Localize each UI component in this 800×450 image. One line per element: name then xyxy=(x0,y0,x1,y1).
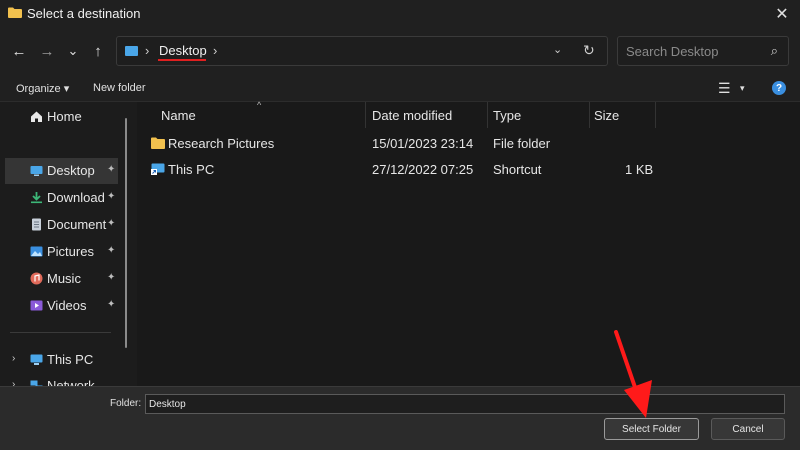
column-header-name[interactable]: Name xyxy=(161,102,196,130)
sort-ascending-icon: ^ xyxy=(257,100,262,110)
address-dropdown-icon[interactable]: ⌄ xyxy=(553,43,562,56)
sidebar-item-label: Desktop xyxy=(47,163,95,178)
annotation-arrow xyxy=(614,330,652,418)
up-button[interactable]: ↑ xyxy=(89,40,107,62)
folder-label: Folder: xyxy=(110,398,142,409)
downloads-icon xyxy=(31,192,42,204)
sidebar-item-label: Network xyxy=(47,378,95,386)
pin-icon: ✦ xyxy=(107,272,116,283)
view-dropdown-icon[interactable]: ▾ xyxy=(740,83,745,94)
column-separator[interactable] xyxy=(589,102,590,128)
title-bar: Select a destination ✕ xyxy=(0,0,800,28)
file-row[interactable]: Research Pictures 15/01/2023 23:14 File … xyxy=(137,132,800,158)
desktop-icon xyxy=(30,166,43,176)
pin-icon: ✦ xyxy=(107,245,116,256)
window-title: Select a destination xyxy=(27,6,141,21)
column-separator[interactable] xyxy=(655,102,656,128)
folder-icon xyxy=(8,7,22,18)
sidebar-divider xyxy=(10,332,111,333)
column-separator[interactable] xyxy=(365,102,366,128)
view-options-icon[interactable]: ☰ xyxy=(718,80,731,97)
forward-button[interactable]: → xyxy=(38,40,56,62)
column-header-type[interactable]: Type xyxy=(493,102,521,130)
documents-icon xyxy=(32,218,41,231)
file-date: 27/12/2022 07:25 xyxy=(372,162,474,177)
sidebar-item-label: This PC xyxy=(47,352,94,367)
sidebar-item-desktop[interactable]: Desktop ✦ xyxy=(5,158,118,184)
organize-menu[interactable]: Organize ▾ xyxy=(16,82,69,95)
pin-icon: ✦ xyxy=(107,299,116,310)
cancel-button[interactable]: Cancel xyxy=(711,418,785,440)
pin-icon: ✦ xyxy=(107,218,116,229)
refresh-icon[interactable]: ↻ xyxy=(583,42,595,59)
sidebar-item-label: Home xyxy=(47,109,82,124)
file-size: 1 KB xyxy=(625,162,654,177)
dialog-footer: Folder: Select Folder Cancel xyxy=(0,386,800,450)
folder-icon xyxy=(151,137,165,149)
sidebar-item-pictures[interactable]: Pictures ✦ xyxy=(0,239,122,265)
sidebar-item-label: Download xyxy=(47,190,105,205)
file-type: File folder xyxy=(493,136,551,151)
search-box[interactable]: ⌕ xyxy=(617,36,789,66)
folder-name-field[interactable] xyxy=(145,394,785,414)
sidebar-item-music[interactable]: Music ✦ xyxy=(0,266,122,292)
breadcrumb-separator[interactable]: › xyxy=(145,43,149,58)
file-name: Research Pictures xyxy=(168,136,275,151)
sidebar-item-videos[interactable]: Videos ✦ xyxy=(0,293,122,319)
sidebar-item-this-pc[interactable]: This PC xyxy=(0,347,122,373)
column-separator[interactable] xyxy=(487,102,488,128)
sidebar-item-documents[interactable]: Document ✦ xyxy=(0,212,122,238)
shortcut-icon xyxy=(151,163,165,175)
breadcrumb-desktop[interactable]: Desktop xyxy=(159,43,207,58)
pin-icon: ✦ xyxy=(107,191,116,202)
file-name: This PC xyxy=(168,162,215,177)
videos-icon xyxy=(30,300,43,311)
navigation-pane: Home Desktop ✦ Download ✦ Document ✦ Pic… xyxy=(0,102,134,386)
breadcrumb-separator-end[interactable]: › xyxy=(213,43,217,58)
sidebar-item-label: Videos xyxy=(47,298,87,313)
search-icon[interactable]: ⌕ xyxy=(771,43,778,59)
this-pc-icon xyxy=(30,354,43,365)
annotation-underline xyxy=(158,59,206,61)
network-icon xyxy=(30,380,43,386)
desktop-location-icon xyxy=(125,46,138,56)
home-icon xyxy=(31,111,42,122)
sidebar-item-label: Document xyxy=(47,217,107,232)
file-date: 15/01/2023 23:14 xyxy=(372,136,474,151)
command-bar: Organize ▾ New folder ☰ ▾ ? xyxy=(0,74,800,102)
sidebar-item-label: Pictures xyxy=(47,244,94,259)
sidebar-item-network[interactable]: Network xyxy=(0,373,122,386)
sidebar-item-label: Music xyxy=(47,271,81,286)
address-row: ← → ⌄ ↑ › Desktop › ⌄ ↻ ⌕ xyxy=(0,28,800,74)
address-bar[interactable]: › Desktop › ⌄ ↻ xyxy=(116,36,608,66)
pin-icon: ✦ xyxy=(107,164,116,175)
help-icon[interactable]: ? xyxy=(772,81,786,95)
search-input[interactable] xyxy=(626,43,766,59)
recent-locations-button[interactable]: ⌄ xyxy=(64,40,82,62)
sidebar-item-home[interactable]: Home xyxy=(0,104,122,130)
back-button[interactable]: ← xyxy=(10,40,28,62)
file-list: ^ Name Date modified Type Size Research … xyxy=(137,100,800,386)
sidebar-item-downloads[interactable]: Download ✦ xyxy=(0,185,122,211)
file-row[interactable]: This PC 27/12/2022 07:25 Shortcut 1 KB xyxy=(137,158,800,184)
pictures-icon xyxy=(30,246,43,257)
column-header-size[interactable]: Size xyxy=(594,102,619,130)
music-icon xyxy=(30,272,43,285)
column-header-date-modified[interactable]: Date modified xyxy=(372,102,452,130)
close-button[interactable]: ✕ xyxy=(772,4,792,24)
file-type: Shortcut xyxy=(493,162,542,177)
new-folder-button[interactable]: New folder xyxy=(93,82,146,94)
sidebar-scrollbar[interactable] xyxy=(125,118,127,348)
